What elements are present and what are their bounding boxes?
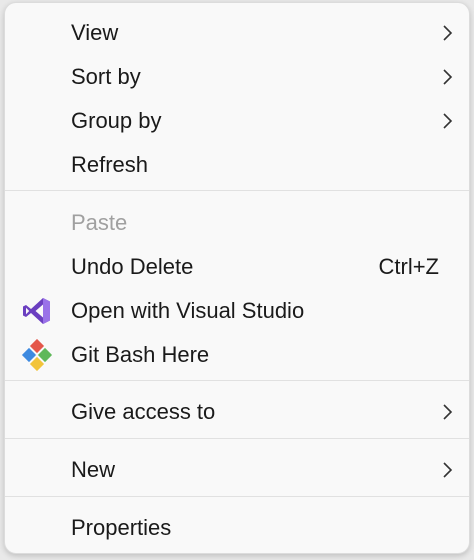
- menu-item-group-by-label: Group by: [71, 108, 162, 133]
- menu-item-sort-by-label: Sort by: [71, 64, 141, 89]
- visual-studio-icon: [23, 298, 50, 324]
- menu-item-give-access-to-label: Give access to: [71, 399, 216, 424]
- menu-item-sort-by[interactable]: Sort by: [5, 57, 469, 97]
- menu-item-open-with-visual-studio[interactable]: Open with Visual Studio: [5, 291, 469, 331]
- menu-item-group-by[interactable]: Group by: [5, 101, 469, 141]
- menu-item-refresh[interactable]: Refresh: [5, 145, 469, 185]
- menu-item-undo-delete-shortcut: Ctrl+Z: [378, 254, 440, 279]
- chevron-right-icon: [443, 462, 453, 478]
- menu-separator: [5, 190, 469, 191]
- menu-item-open-with-visual-studio-label: Open with Visual Studio: [71, 298, 305, 323]
- menu-separator: [5, 438, 469, 439]
- menu-item-new[interactable]: New: [5, 450, 469, 490]
- menu-separator: [5, 380, 469, 381]
- menu-item-paste: Paste: [5, 203, 469, 243]
- menu-item-undo-delete-label: Undo Delete: [71, 254, 194, 279]
- menu-item-view[interactable]: View: [5, 13, 469, 53]
- context-menu: View Sort by Group by Refresh Paste Undo…: [4, 2, 470, 554]
- menu-separator: [5, 496, 469, 497]
- menu-item-give-access-to[interactable]: Give access to: [5, 392, 469, 432]
- menu-item-git-bash-here-label: Git Bash Here: [71, 342, 210, 367]
- chevron-right-icon: [443, 69, 453, 85]
- chevron-right-icon: [443, 113, 453, 129]
- menu-item-git-bash-here[interactable]: Git Bash Here: [5, 335, 469, 375]
- menu-item-properties-label: Properties: [71, 515, 172, 540]
- menu-item-refresh-label: Refresh: [71, 152, 149, 177]
- menu-item-view-label: View: [71, 20, 119, 45]
- menu-item-paste-label: Paste: [71, 210, 128, 235]
- menu-item-undo-delete[interactable]: Undo Delete Ctrl+Z: [5, 247, 469, 287]
- git-icon: [21, 339, 53, 371]
- menu-item-new-label: New: [71, 457, 116, 482]
- chevron-right-icon: [443, 25, 453, 41]
- chevron-right-icon: [443, 404, 453, 420]
- menu-item-properties[interactable]: Properties: [5, 508, 469, 548]
